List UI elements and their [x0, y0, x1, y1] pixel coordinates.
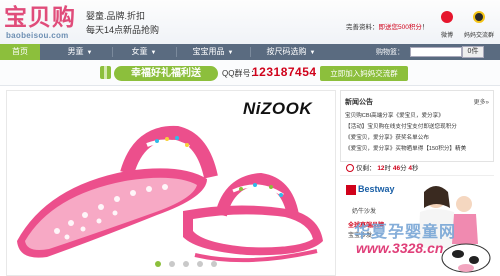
- watermark-url: www.3328.cn: [356, 240, 444, 256]
- nav-item-baby-supplies[interactable]: 宝宝用品 ▼: [180, 44, 246, 60]
- chevron-down-icon: ▼: [86, 50, 93, 56]
- cart-label: 购物篮：: [376, 49, 404, 56]
- nav-item-boys[interactable]: 男童 ▼: [52, 44, 108, 60]
- countdown-minutes: 46: [392, 165, 401, 172]
- promo-title: 幸福好礼福利送: [114, 66, 218, 81]
- slogan-line1: 婴童.品牌.折扣: [86, 11, 146, 21]
- countdown-seconds-unit: 秒: [412, 165, 419, 172]
- news-panel: 新闻公告 更多» 宝贝购CBI高端分享《爱宝贝，爱分享》 【活动】宝贝购在线支付…: [340, 90, 494, 162]
- clock-icon: [346, 164, 354, 173]
- nav-label: 首页: [12, 47, 28, 56]
- register-promo-link[interactable]: 完善资料：即送您500积分！: [346, 21, 428, 31]
- weibo-label: 微博: [440, 33, 453, 39]
- site-domain: baobeisou.com: [6, 31, 69, 40]
- countdown-label: 仅剩：: [356, 165, 376, 172]
- page: 宝贝购 baobeisou.com 婴童.品牌.折扣 每天14点新品抢购 完善资…: [0, 0, 500, 276]
- countdown-minutes-unit: 分: [400, 165, 407, 172]
- register-suffix: ！: [421, 24, 429, 31]
- weibo-link[interactable]: 微博: [436, 10, 458, 39]
- chevron-down-icon: ▼: [309, 50, 316, 56]
- cart-unit: 件: [471, 48, 479, 55]
- nav-item-by-size[interactable]: 按尺码选购 ▼: [254, 44, 328, 60]
- slider-dot[interactable]: [197, 261, 203, 267]
- site-logo[interactable]: 宝贝购: [4, 3, 76, 31]
- nav-item-girls[interactable]: 女童 ▼: [116, 44, 172, 60]
- gift-icon: [100, 66, 111, 79]
- news-item[interactable]: 【活动】宝贝购在线支付宝支付即送您现积分: [345, 122, 466, 133]
- register-highlight: 即送您500积分: [378, 24, 422, 31]
- nav-divider: [112, 47, 113, 57]
- cart-button[interactable]: 0件: [462, 46, 484, 58]
- join-group-button[interactable]: 立即加入妈妈交流群: [320, 66, 408, 81]
- watermark-site-name: 华夏孕婴童网: [354, 224, 457, 241]
- hero-slider[interactable]: NiZOOK: [6, 90, 336, 276]
- chevron-down-icon: ▼: [227, 50, 234, 56]
- slider-dot[interactable]: [211, 261, 217, 267]
- countdown-hours-unit: 时: [384, 165, 392, 172]
- sale-countdown: 仅剩： 12时 46分 4秒: [340, 162, 494, 176]
- nav-label: 男童: [67, 47, 84, 56]
- qq-group-number: 123187454: [252, 65, 317, 79]
- nav-divider: [250, 47, 251, 57]
- news-more-link[interactable]: 更多»: [474, 97, 489, 106]
- slogan-line2: 每天14点新品抢购: [86, 25, 160, 35]
- cart-count-field[interactable]: [410, 47, 462, 57]
- news-title: 新闻公告: [345, 99, 373, 106]
- news-item[interactable]: 《爱宝贝，爱分享》获奖名单公布: [345, 133, 466, 144]
- countdown-hours: 12: [377, 165, 385, 172]
- nav-divider: [176, 47, 177, 57]
- slider-dot[interactable]: [169, 261, 175, 267]
- chevron-down-icon: ▼: [150, 50, 157, 56]
- qq-label: 妈妈交流群: [463, 33, 494, 39]
- slider-dot[interactable]: [155, 261, 161, 267]
- nav-label: 按尺码选购: [266, 47, 307, 56]
- qq-icon: [473, 11, 485, 23]
- brand-logo: NiZOOK: [243, 99, 313, 118]
- site-header: 宝贝购 baobeisou.com 婴童.品牌.折扣 每天14点新品抢购 完善资…: [0, 0, 500, 44]
- news-item[interactable]: 宝贝购CBI高端分享《爱宝贝，爱分享》: [345, 111, 466, 122]
- nav-label: 宝宝用品: [192, 47, 225, 56]
- main-nav: 首页 男童 ▼ 女童 ▼ 宝宝用品 ▼ 按尺码选购 ▼ 购物篮： 0件: [0, 44, 500, 60]
- weibo-icon: [441, 11, 453, 23]
- nav-label: 女童: [131, 47, 148, 56]
- nav-item-home[interactable]: 首页: [0, 44, 40, 60]
- slider-dot[interactable]: [183, 261, 189, 267]
- register-prefix: 完善资料：: [346, 24, 379, 31]
- news-list: 宝贝购CBI高端分享《爱宝贝，爱分享》 【活动】宝贝购在线支付宝支付即送您现积分…: [345, 111, 466, 155]
- slider-dots: [155, 261, 217, 267]
- promo-banner: 幸福好礼福利送 QQ群号： 123187454 立即加入妈妈交流群: [0, 60, 500, 86]
- news-item[interactable]: 《爱宝贝，爱分享》买物晒单得【150积分】精美: [345, 144, 466, 155]
- qq-group-link[interactable]: 妈妈交流群: [462, 10, 496, 39]
